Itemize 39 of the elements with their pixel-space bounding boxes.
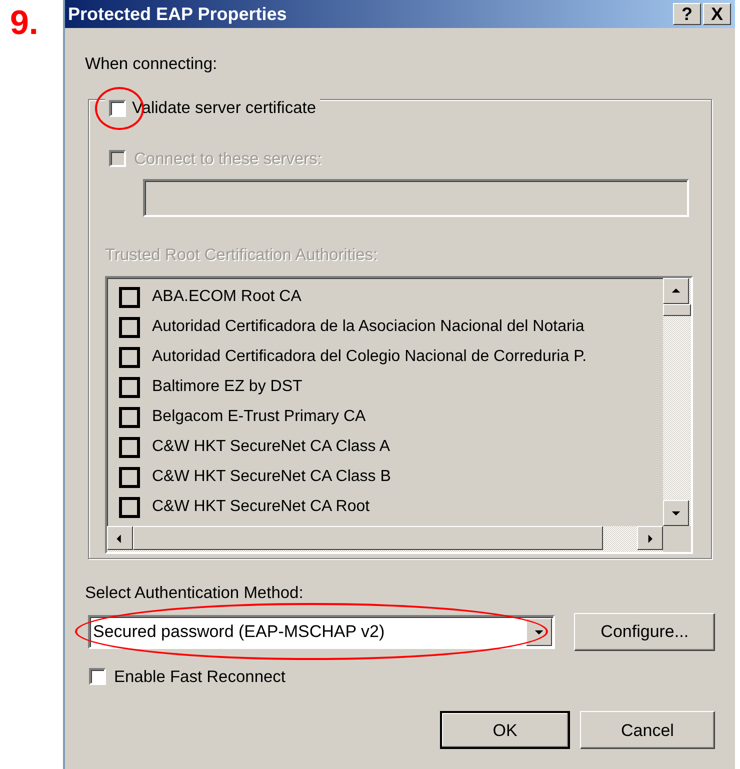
list-item-label[interactable]: Baltimore EZ by DST [152, 375, 302, 399]
scroll-right-button[interactable] [637, 526, 663, 550]
scroll-down-button[interactable] [663, 500, 689, 526]
configure-button[interactable]: Configure... [574, 612, 715, 650]
section-label: Select Authentication Method: [85, 582, 304, 604]
scroll-thumb[interactable] [663, 304, 691, 316]
scroll-thumb[interactable] [133, 526, 603, 550]
cancel-button[interactable]: Cancel [580, 711, 715, 750]
checkbox[interactable] [119, 346, 140, 368]
checkbox[interactable] [119, 436, 140, 458]
list-item-label[interactable]: C&W HKT SecureNet CA Class A [152, 435, 390, 459]
list-item-label[interactable]: Autoridad Certificadora del Colegio Nacional de Correduria P. [152, 345, 587, 369]
vertical-scrollbar[interactable] [663, 278, 691, 526]
window-title: Protected EAP Properties [68, 2, 288, 26]
checkbox[interactable] [119, 316, 140, 338]
scroll-left-button[interactable] [107, 526, 133, 550]
checkbox[interactable] [119, 406, 140, 428]
certificate-list[interactable] [105, 276, 693, 554]
scroll-up-button[interactable] [663, 278, 689, 304]
horizontal-scrollbar[interactable] [107, 526, 663, 552]
ok-button[interactable]: OK [440, 711, 570, 750]
list-item-label[interactable]: C&W HKT SecureNet CA Root [152, 495, 370, 519]
checkbox[interactable] [119, 286, 140, 308]
help-button[interactable]: ? [673, 3, 701, 25]
checkbox[interactable] [119, 466, 140, 488]
section-label: When connecting: [85, 54, 218, 75]
list-item-label[interactable]: Autoridad Certificadora de la Asociacion Nacional del Notaria [152, 315, 584, 339]
close-button[interactable]: X [703, 3, 731, 25]
list-item-label[interactable]: C&W HKT SecureNet CA Class B [152, 465, 391, 489]
auth-method-dropdown[interactable]: Secured password (EAP-MSCHAP v2) [88, 614, 556, 648]
checkbox[interactable] [109, 100, 126, 117]
list-item-label[interactable]: ABA.ECOM Root CA [152, 285, 302, 309]
checkbox[interactable] [119, 496, 140, 518]
dropdown-button[interactable] [526, 618, 552, 646]
checkbox[interactable] [119, 376, 140, 398]
checkbox[interactable] [89, 668, 106, 686]
list-item-label[interactable]: Belgacom E-Trust Primary CA [152, 405, 366, 429]
step-number: 9. [9, 3, 40, 44]
checkbox-label[interactable]: Enable Fast Reconnect [114, 664, 286, 690]
